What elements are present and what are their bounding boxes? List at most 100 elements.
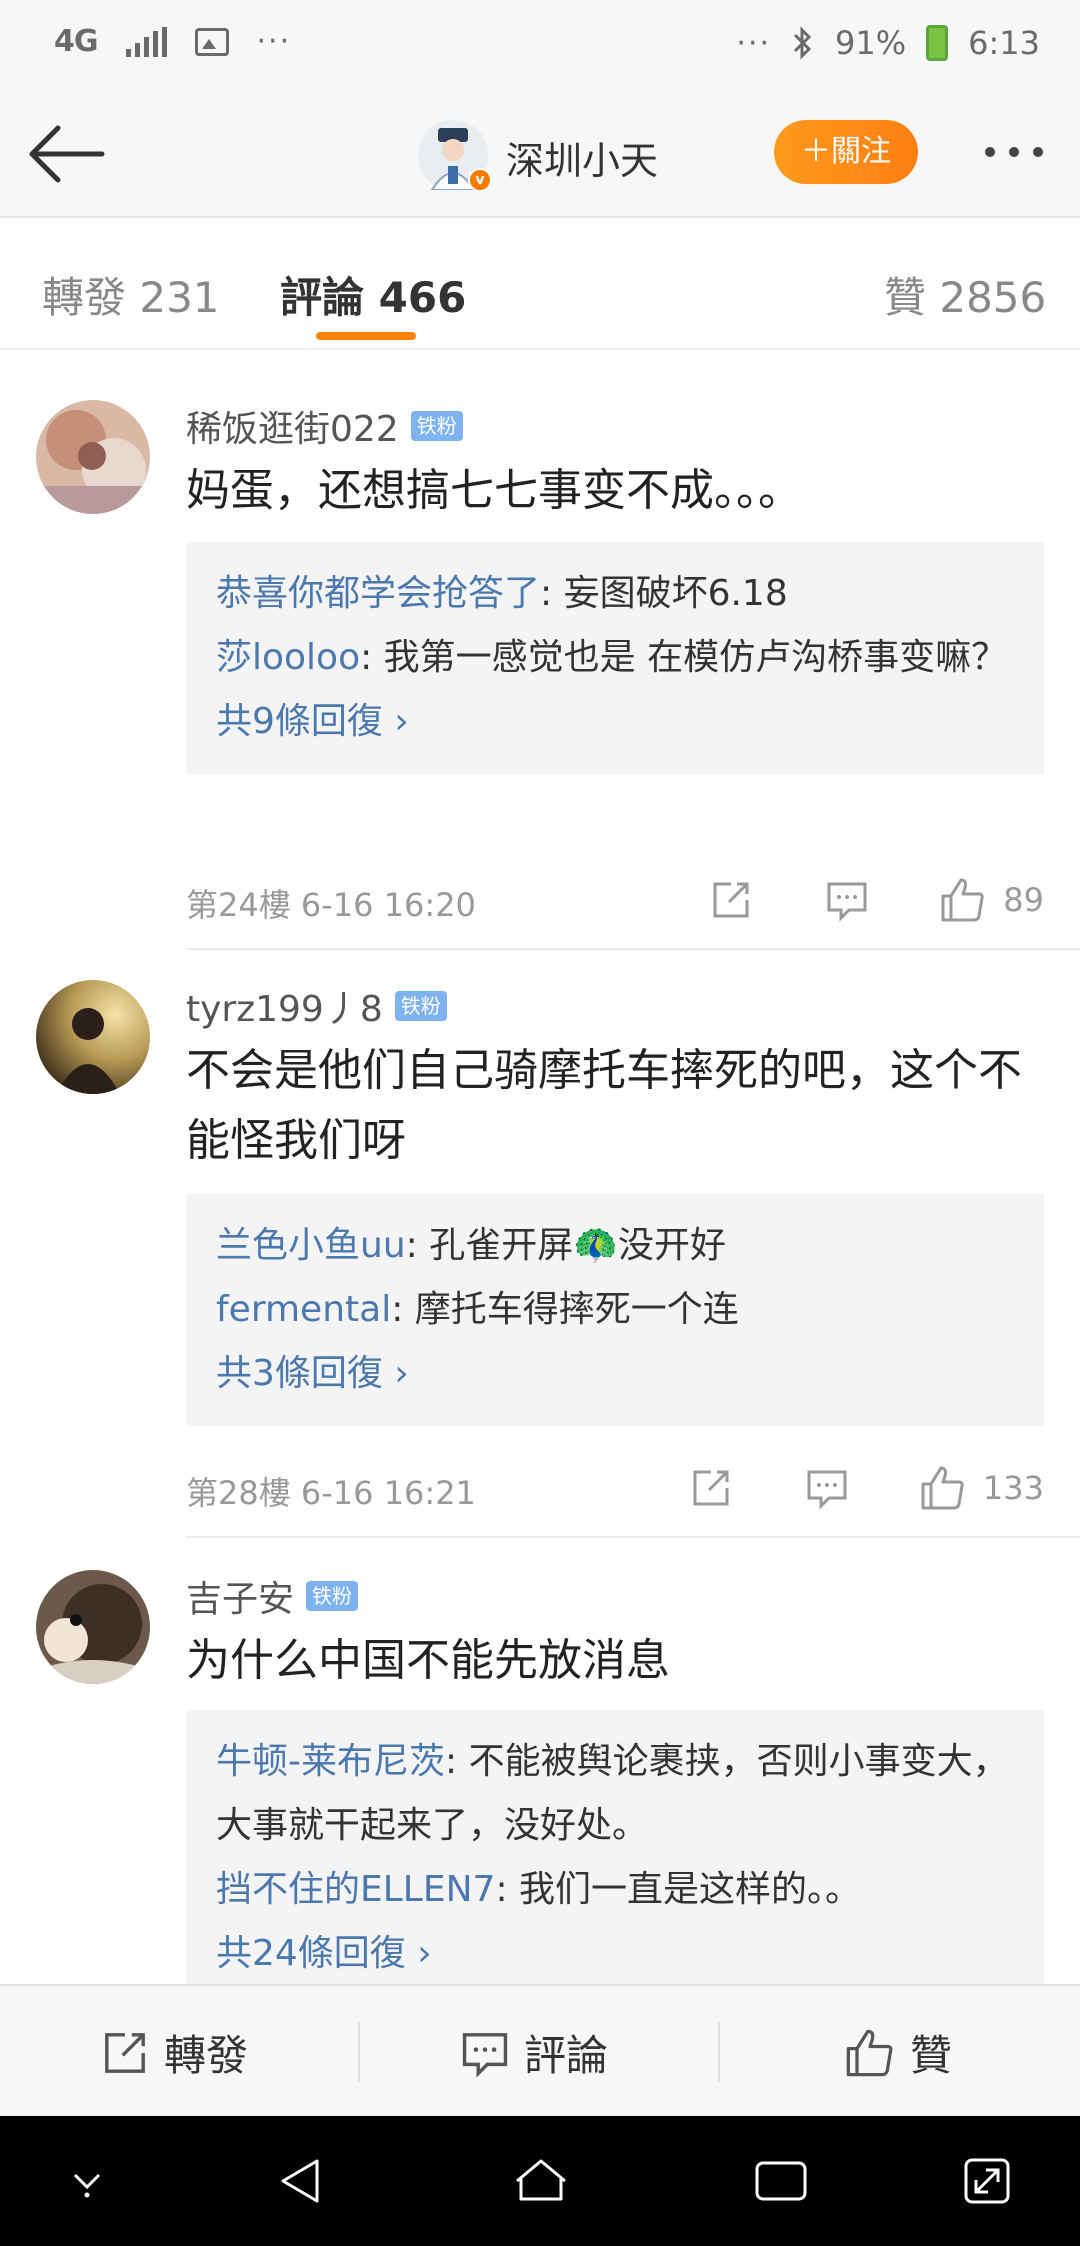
commenter-avatar[interactable] [36,1570,150,1684]
comment-text: 为什么中国不能先放消息 [186,1635,670,1686]
reply-text: : 我们一直是这样的。。 [495,1869,862,1910]
like-button[interactable]: 贊 [844,2022,952,2083]
network-type: 4G [54,24,98,59]
more-replies-link[interactable]: 共24條回復 › [216,1922,1014,1984]
author-avatar[interactable]: v [418,120,492,192]
share-icon [693,1470,729,1506]
recents-icon [755,2161,807,2201]
top-header: v 深圳小天 ＋關注 [0,90,1080,218]
fan-badge: 铁粉 [394,991,447,1021]
separator [718,2022,720,2082]
nav-dropdown-button[interactable] [52,2146,122,2216]
avatar-image [36,980,150,1094]
avatar-image [36,1570,150,1684]
more-dot-icon [985,147,995,157]
reply-text: : 孔雀开屏🦚没开好 [405,1225,727,1266]
reply-line: fermental: 摩托车得摔死一个连 [216,1278,1014,1342]
reply-line: 恭喜你都学会抢答了: 妄图破坏6.18 [216,562,1014,626]
comment-text: 妈蛋，还想搞七七事变不成。。。 [186,465,802,516]
more-dot-icon [1009,147,1019,157]
tab-likes[interactable]: 贊 2856 [884,264,1046,325]
thumbs-up-icon [846,2029,893,2076]
system-navigation-bar [0,2116,1080,2246]
reply-author[interactable]: 牛顿-莱布尼茨 [216,1741,445,1782]
comment-icon [827,882,867,922]
repost-comment-button[interactable] [681,1458,741,1518]
comment-button[interactable]: 評論 [460,2022,608,2083]
like-comment-button[interactable] [933,870,993,930]
active-tab-indicator [316,332,416,340]
reply-text: : 摩托车得摔死一个连 [391,1289,739,1330]
reply-author[interactable]: 挡不住的ELLEN7 [216,1869,495,1910]
repost-label: 轉發 [164,2031,249,2080]
reply-line: 牛顿-莱布尼茨: 不能被舆论裹挟，否则小事变大，大事就干起来了，没好处。 [216,1730,1014,1858]
home-icon [516,2159,566,2201]
divider [186,948,1080,950]
more-replies-link[interactable]: 共9條回復 › [216,690,1014,754]
back-arrow-icon [29,125,105,183]
repost-comment-button[interactable] [701,870,761,930]
like-count: 89 [1003,881,1044,919]
reply-preview-box[interactable]: 恭喜你都学会抢答了: 妄图破坏6.18 莎looloo: 我第一感觉也是 在模仿… [186,542,1044,774]
reply-line: 挡不住的ELLEN7: 我们一直是这样的。。 [216,1858,1014,1922]
commenter-name[interactable]: 稀饭逛街022 [186,400,399,452]
avatar-image [36,400,150,514]
clock: 6:13 [968,24,1040,62]
status-overflow: ··· [256,24,292,59]
floor-and-time: 第28樓 6-16 16:21 [186,1474,476,1512]
image-notification-icon [194,27,229,56]
reply-text: : 我第一感觉也是 在模仿卢沟桥事变嘛？ [360,637,1008,678]
like-comment-button[interactable] [913,1458,973,1518]
thumbs-up-icon [941,878,984,922]
tab-repost[interactable]: 轉發 231 [42,264,220,325]
more-replies-link[interactable]: 共3條回復 › [216,1342,1014,1406]
like-label: 贊 [910,2031,953,2080]
divider [186,1536,1080,1538]
back-button[interactable] [22,116,112,192]
status-overflow-right: ··· [736,25,772,61]
like-count: 133 [982,1469,1044,1507]
signal-icon [125,26,167,57]
reply-author[interactable]: fermental [216,1289,391,1330]
thumbs-up-icon [921,1466,964,1510]
nav-home-button[interactable] [506,2146,576,2216]
verified-icon: v [468,168,492,192]
reply-author[interactable]: 恭喜你都学会抢答了 [216,573,540,614]
bluetooth-icon [793,26,812,60]
share-icon [105,2032,145,2073]
follow-button[interactable]: ＋關注 [774,120,918,184]
commenter-name[interactable]: 吉子安 [186,1570,294,1622]
tab-comments[interactable]: 評論 466 [280,264,466,325]
floor-and-time: 第24樓 6-16 16:20 [186,886,476,924]
reply-comment-button[interactable] [817,870,877,930]
more-options-button[interactable] [974,132,1054,172]
reply-comment-button[interactable] [797,1458,857,1518]
comment-text: 不会是他们自己骑摩托车摔死的吧，这个不能怪我们呀 [186,1045,1022,1166]
reply-line: 莎looloo: 我第一感觉也是 在模仿卢沟桥事变嘛？ [216,626,1014,690]
comment-icon [807,1470,847,1510]
tab-bar: 轉發 231 評論 466 贊 2856 [0,220,1080,350]
back-triangle-icon [281,2159,319,2203]
reply-line: 兰色小鱼uu: 孔雀开屏🦚没开好 [216,1214,1014,1278]
status-bar: 4G ··· ··· 91% 6:13 [0,0,1080,90]
nav-expand-button[interactable] [952,2146,1022,2216]
repost-button[interactable]: 轉發 [100,2022,248,2083]
nav-recents-button[interactable] [746,2146,816,2216]
nav-back-button[interactable] [266,2146,336,2216]
fan-badge: 铁粉 [410,411,463,441]
commenter-avatar[interactable] [36,400,150,514]
reply-text: : 妄图破坏6.18 [540,573,788,614]
expand-icon [964,2158,1010,2204]
reply-preview-box[interactable]: 牛顿-莱布尼茨: 不能被舆论裹挟，否则小事变大，大事就干起来了，没好处。 挡不住… [186,1710,1044,1984]
commenter-name[interactable]: tyrz199丿8 [186,980,383,1032]
commenter-avatar[interactable] [36,980,150,1094]
fan-badge: 铁粉 [306,1581,359,1611]
more-dot-icon [1033,147,1043,157]
reply-author[interactable]: 莎looloo [216,637,360,678]
comment-label: 評論 [524,2031,609,2080]
reply-author[interactable]: 兰色小鱼uu [216,1225,406,1266]
author-name[interactable]: 深圳小天 [506,130,658,185]
bottom-action-bar: 轉發 評論 贊 [0,1984,1080,2116]
reply-preview-box[interactable]: 兰色小鱼uu: 孔雀开屏🦚没开好 fermental: 摩托车得摔死一个连 共3… [186,1194,1044,1426]
chevron-down-icon [73,2173,101,2198]
